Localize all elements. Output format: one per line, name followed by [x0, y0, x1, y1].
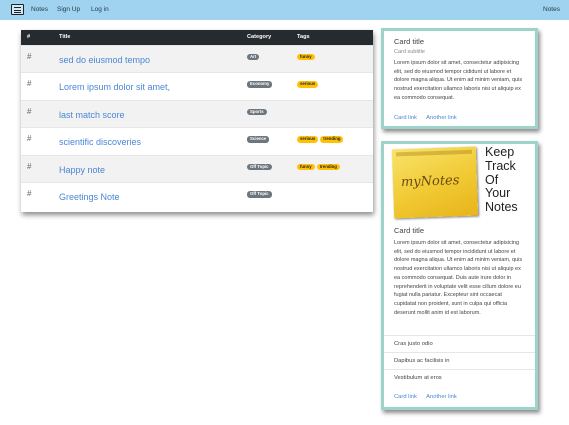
- category-badge: Science: [247, 136, 270, 143]
- card-text: Lorem ipsum dolor sit amet, consectetur …: [394, 240, 523, 316]
- category-badge: Off Topic: [247, 191, 272, 198]
- row-number: #: [27, 79, 32, 88]
- category-badge: Sports: [247, 108, 267, 115]
- row-number: #: [27, 189, 32, 198]
- image-card: myNotes Keep Track Of Your Notes Card ti…: [381, 141, 538, 410]
- tag-badge: trending: [320, 136, 344, 143]
- column-header-tags: Tags: [297, 34, 310, 41]
- table-row[interactable]: # sed do eiusmod tempo Art funny: [21, 45, 373, 73]
- image-caption: Keep Track Of Your Notes: [485, 145, 518, 215]
- nav-link-notes-right[interactable]: Notes: [543, 6, 560, 13]
- tag-badge: serious: [297, 136, 319, 143]
- card-subtitle: Card subtitle: [394, 49, 425, 55]
- row-number: #: [27, 51, 32, 61]
- card-link[interactable]: Card link: [394, 115, 417, 121]
- note-title-link[interactable]: Greetings Note: [53, 183, 241, 211]
- another-link[interactable]: Another link: [426, 115, 457, 121]
- card-title: Card title: [394, 37, 425, 46]
- card-links: Card link Another link: [394, 115, 465, 121]
- info-card: Card title Card subtitle Lorem ipsum dol…: [381, 28, 538, 129]
- category-badge: Economy: [247, 81, 273, 88]
- tag-badge: trending: [316, 163, 340, 170]
- tag-badge: funny: [297, 53, 315, 60]
- card-text: Lorem ipsum dolor sit amet, consectetur …: [394, 60, 523, 101]
- notes-list-icon[interactable]: [11, 4, 24, 15]
- card-links: Card link Another link: [394, 394, 465, 400]
- category-badge: Off Topic: [247, 163, 272, 170]
- nav-link-notes[interactable]: Notes: [31, 6, 48, 13]
- navbar: Notes Sign Up Log in Notes: [0, 0, 569, 20]
- tag-badge: funny: [297, 163, 315, 170]
- row-number: #: [27, 106, 32, 116]
- note-title-link[interactable]: sed do eiusmod tempo: [53, 45, 241, 73]
- mynotes-logo: myNotes: [400, 173, 460, 191]
- column-header-category: Category: [247, 34, 272, 41]
- another-link[interactable]: Another link: [426, 394, 457, 400]
- card-list-group: Cras justo odio Dapibus ac facilisis in …: [384, 335, 535, 386]
- nav-link-signup[interactable]: Sign Up: [57, 6, 80, 13]
- card-link[interactable]: Card link: [394, 394, 417, 400]
- row-number: #: [27, 161, 32, 171]
- table-header-row: # Title Category Tags: [21, 30, 373, 45]
- category-badge: Art: [247, 53, 260, 60]
- card-image: myNotes Keep Track Of Your Notes: [391, 145, 539, 219]
- tag-badge: serious: [297, 81, 319, 88]
- row-number: #: [27, 134, 32, 143]
- list-item: Dapibus ac facilisis in: [384, 352, 535, 369]
- sticky-note-image: myNotes: [391, 146, 479, 219]
- list-item: Cras justo odio: [384, 335, 535, 352]
- column-header-number: #: [27, 34, 31, 41]
- table-row[interactable]: # Happy note Off Topic funny trending: [21, 155, 373, 183]
- notes-table-panel: # Title Category Tags # sed do eiusmod t…: [21, 30, 373, 212]
- card-title: Card title: [394, 226, 425, 235]
- table-row[interactable]: # scientific discoveries Science serious…: [21, 127, 373, 156]
- table-row[interactable]: # Greetings Note Off Topic: [21, 182, 373, 211]
- nav-link-login[interactable]: Log in: [91, 6, 109, 13]
- list-item: Vestibulum at eros: [384, 369, 535, 386]
- note-title-link[interactable]: last match score: [53, 100, 241, 128]
- table-row[interactable]: # last match score Sports: [21, 100, 373, 128]
- note-title-link[interactable]: Happy note: [53, 155, 241, 183]
- column-header-title: Title: [59, 34, 71, 41]
- note-title-link[interactable]: scientific discoveries: [53, 128, 241, 156]
- notes-table: # Title Category Tags # sed do eiusmod t…: [21, 30, 373, 210]
- note-title-link[interactable]: Lorem ipsum dolor sit amet,: [53, 73, 241, 101]
- table-row[interactable]: # Lorem ipsum dolor sit amet, Economy se…: [21, 72, 373, 101]
